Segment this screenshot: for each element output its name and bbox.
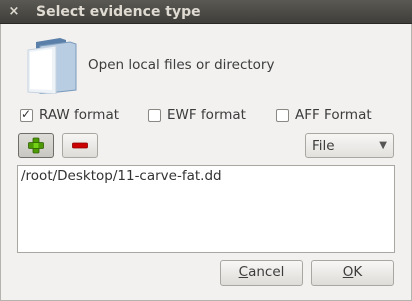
title-bar: × Select evidence type (0, 0, 412, 24)
raw-format-check[interactable] (20, 107, 33, 122)
raw-format-checkbox[interactable]: RAW format (20, 106, 119, 124)
window-title: Select evidence type (36, 4, 201, 20)
cancel-label: ancel (248, 264, 285, 280)
ewf-format-checkbox[interactable]: EWF format (148, 106, 246, 124)
ok-label: K (353, 264, 363, 280)
ok-button[interactable]: OK (311, 260, 394, 286)
cancel-mnemonic: C (238, 264, 249, 280)
evidence-list[interactable]: /root/Desktop/11-carve-fat.dd (17, 165, 395, 253)
aff-format-label: AFF Format (295, 107, 372, 123)
chevron-down-icon: ▼ (379, 140, 387, 151)
ok-mnemonic: O (342, 264, 354, 280)
add-button[interactable] (18, 133, 54, 158)
source-type-select[interactable]: File ▼ (305, 133, 394, 158)
ewf-format-check[interactable] (148, 108, 161, 122)
raw-format-label: RAW format (39, 107, 120, 123)
minus-icon (72, 142, 88, 149)
aff-format-check[interactable] (276, 108, 289, 122)
list-item[interactable]: /root/Desktop/11-carve-fat.dd (21, 168, 222, 184)
remove-button[interactable] (62, 133, 98, 158)
cancel-button[interactable]: Cancel (220, 260, 303, 286)
close-icon[interactable]: × (6, 4, 22, 20)
ewf-format-label: EWF format (167, 107, 246, 123)
folder-icon (27, 38, 77, 94)
aff-format-checkbox[interactable]: AFF Format (276, 106, 372, 124)
open-label: Open local files or directory (88, 57, 275, 73)
plus-icon (28, 137, 44, 154)
source-type-value: File (312, 138, 335, 154)
